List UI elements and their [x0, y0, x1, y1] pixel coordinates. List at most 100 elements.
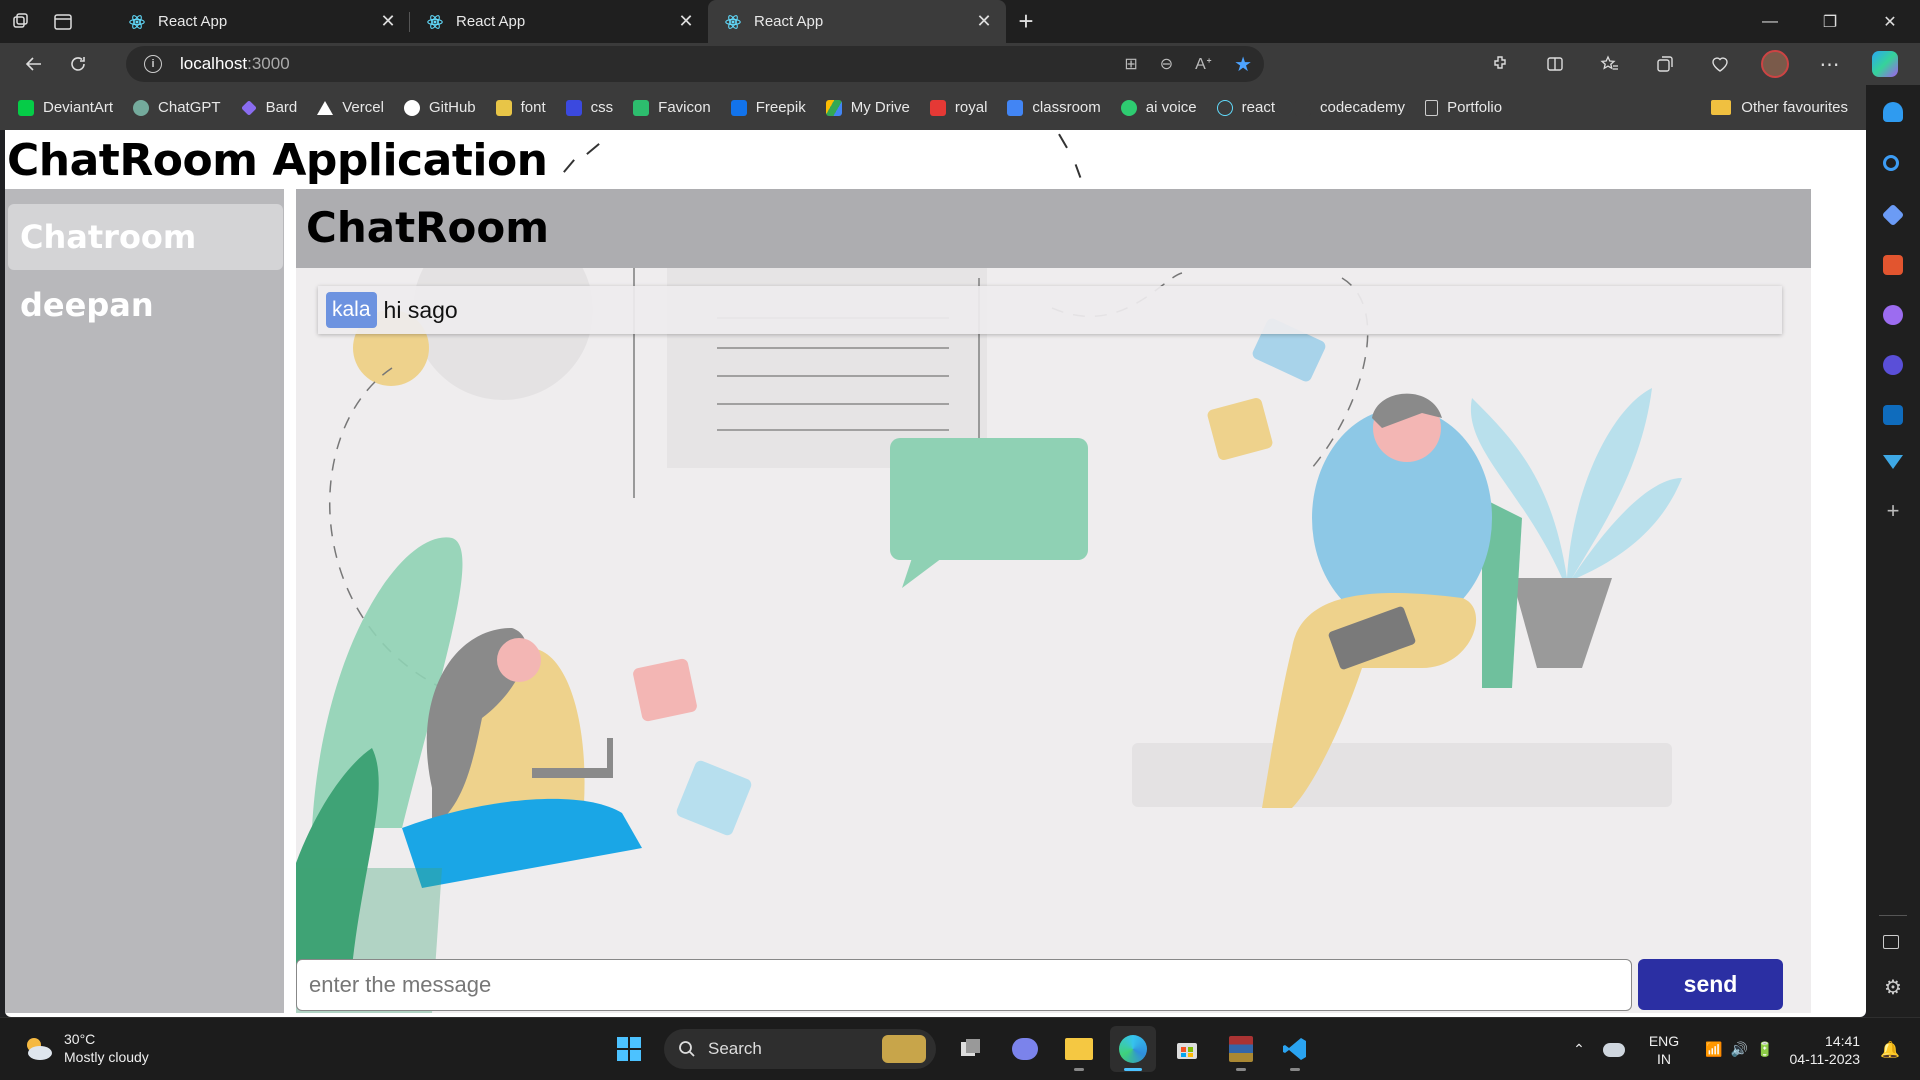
copilot-icon[interactable] [1857, 46, 1912, 82]
games-icon[interactable] [1883, 305, 1903, 325]
react-icon [1216, 99, 1233, 116]
workspaces-icon[interactable] [0, 0, 42, 43]
settings-gear-icon[interactable]: ⚙ [1883, 978, 1903, 998]
restore-icon[interactable]: ❐ [1800, 0, 1860, 43]
microsoft-store-icon[interactable] [1164, 1026, 1210, 1072]
shopping-tag-icon[interactable] [1881, 203, 1905, 227]
bookmark-portfolio[interactable]: Portfolio [1425, 99, 1502, 116]
favorites-icon[interactable] [1582, 46, 1637, 82]
bookmark-my-drive[interactable]: My Drive [825, 99, 910, 116]
chat-panel: ChatRoom kala hi sago send [296, 189, 1811, 1013]
bookmark-label: font [520, 99, 546, 116]
url-port: :3000 [247, 54, 290, 73]
chevron-up-icon[interactable]: ⌃ [1573, 1041, 1585, 1058]
battery-icon[interactable]: 🔋 [1756, 1041, 1773, 1058]
copilot-designer-icon[interactable] [1883, 355, 1903, 375]
onedrive-cloud-icon[interactable] [1602, 1042, 1625, 1057]
read-aloud-icon[interactable]: Aᐩ [1195, 54, 1212, 74]
vscode-icon[interactable] [1272, 1026, 1318, 1072]
task-view-icon[interactable] [948, 1026, 994, 1072]
bookmark-label: DeviantArt [43, 99, 114, 116]
bookmark-font[interactable]: font [495, 99, 546, 116]
bookmark-ai-voice[interactable]: ai voice [1120, 99, 1197, 116]
add-icon[interactable]: + [1883, 500, 1903, 522]
tab-title: React App [158, 13, 228, 30]
bookmark-label: Favicon [658, 99, 711, 116]
refresh-icon[interactable] [56, 46, 100, 82]
collections-icon[interactable] [1637, 46, 1692, 82]
tab-title: React App [754, 13, 824, 30]
split-screen-icon[interactable] [1527, 46, 1582, 82]
bookmark-css[interactable]: css [565, 99, 613, 116]
github-icon [403, 99, 420, 116]
send-button[interactable]: send [1638, 959, 1783, 1010]
extensions-icon[interactable] [1472, 46, 1527, 82]
browser-tab[interactable]: React App ✕ [112, 0, 410, 43]
other-favourites-label: Other favourites [1741, 99, 1848, 116]
bookmark-favicon[interactable]: Favicon [633, 99, 711, 116]
search-icon[interactable] [1883, 155, 1899, 171]
bookmark-deviantart[interactable]: DeviantArt [18, 99, 113, 116]
clock[interactable]: 14:41 04-11-2023 [1790, 1032, 1861, 1068]
bookmark-codecademy[interactable]: codecademy [1295, 99, 1405, 116]
message-text: hi sago [383, 296, 458, 323]
taskbar-search[interactable]: Search [664, 1029, 936, 1069]
other-favourites[interactable]: Other favourites [1711, 85, 1848, 130]
bookmark-bard[interactable]: Bard [240, 99, 297, 116]
bookmark-freepik[interactable]: Freepik [730, 99, 806, 116]
bookmark-github[interactable]: GitHub [403, 99, 476, 116]
zoom-icon[interactable]: ⊖ [1160, 54, 1173, 74]
more-options-icon[interactable]: ⋯ [1802, 46, 1857, 82]
language-indicator[interactable]: ENG IN [1649, 1032, 1679, 1068]
system-tray: ⌃ ENG IN 📶 🔊 🔋 14:41 04-11-2023 🔔 [1573, 1018, 1920, 1080]
app-available-icon[interactable]: ⊞ [1124, 54, 1137, 74]
winrar-icon[interactable] [1218, 1026, 1264, 1072]
bookmark-react[interactable]: react [1216, 99, 1275, 116]
drop-send-icon[interactable] [1883, 455, 1903, 469]
favorite-star-icon[interactable]: ★ [1234, 52, 1252, 77]
new-tab-button[interactable]: + [1006, 0, 1046, 43]
google-drive-icon [825, 99, 842, 116]
url-host: localhost [180, 54, 248, 73]
address-bar[interactable]: i localhost:3000 ⊞ ⊖ Aᐩ ★ [126, 46, 1264, 82]
bard-icon [240, 99, 257, 116]
bookmark-vercel[interactable]: Vercel [317, 99, 384, 116]
sidebar-toggle-icon[interactable] [1883, 935, 1899, 949]
bookmark-label: ChatGPT [158, 99, 221, 116]
file-explorer-icon[interactable] [1056, 1026, 1102, 1072]
profile-avatar[interactable] [1747, 46, 1802, 82]
browser-essentials-icon[interactable] [1692, 46, 1747, 82]
message-input[interactable] [296, 959, 1632, 1011]
teams-chat-icon[interactable] [1002, 1026, 1048, 1072]
close-window-icon[interactable]: ✕ [1860, 0, 1920, 43]
cloudy-weather-icon [27, 1038, 52, 1060]
minimize-icon[interactable]: — [1740, 0, 1800, 43]
react-icon [426, 13, 444, 31]
outlook-icon[interactable] [1883, 405, 1903, 425]
notification-bell-icon[interactable] [1883, 102, 1903, 122]
volume-icon[interactable]: 🔊 [1731, 1041, 1748, 1058]
browser-tab-active[interactable]: React App ✕ [708, 0, 1006, 43]
weather-widget[interactable]: 30°C Mostly cloudy [22, 1030, 149, 1066]
back-icon[interactable] [12, 46, 56, 82]
classroom-icon [1007, 99, 1024, 116]
edge-browser-icon[interactable] [1110, 1026, 1156, 1072]
message-item: kala hi sago [318, 286, 1782, 334]
browser-tab[interactable]: React App ✕ [410, 0, 708, 43]
tools-briefcase-icon[interactable] [1883, 255, 1903, 275]
chat-background-illustration [296, 268, 1811, 1013]
close-tab-icon[interactable]: ✕ [676, 11, 696, 32]
close-tab-icon[interactable]: ✕ [974, 11, 994, 32]
room-item-deepan[interactable]: deepan [8, 272, 283, 338]
room-item-chatroom[interactable]: Chatroom [8, 204, 283, 270]
bookmark-chatgpt[interactable]: ChatGPT [133, 99, 221, 116]
tab-actions-icon[interactable] [42, 0, 84, 43]
folder-icon [1711, 100, 1732, 115]
wifi-icon[interactable]: 📶 [1705, 1041, 1722, 1058]
notification-bell-icon[interactable]: 🔔 [1880, 1040, 1900, 1060]
site-info-icon[interactable]: i [144, 55, 162, 73]
start-windows-icon[interactable] [606, 1026, 652, 1072]
bookmark-royal[interactable]: royal [929, 99, 987, 116]
close-tab-icon[interactable]: ✕ [378, 11, 398, 32]
bookmark-classroom[interactable]: classroom [1007, 99, 1101, 116]
